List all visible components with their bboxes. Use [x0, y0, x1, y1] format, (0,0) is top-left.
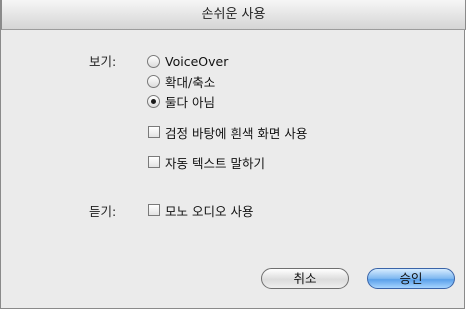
window-title: 손쉬운 사용: [201, 7, 266, 22]
checkbox-label: 자동 텍스트 말하기: [165, 155, 265, 171]
view-label: 보기:: [89, 54, 117, 69]
ok-button[interactable]: 승인: [367, 268, 455, 289]
radio-label: VoiceOver: [165, 53, 229, 69]
radio-label: 둘다 아님: [165, 94, 215, 110]
cancel-button[interactable]: 취소: [261, 268, 349, 289]
radio-button[interactable]: [147, 74, 160, 88]
radio-zoom[interactable]: 확대/축소: [147, 73, 216, 90]
radio-button[interactable]: [147, 54, 160, 68]
dialog-window: 손쉬운 사용 보기: VoiceOver 확대/축소 둘다 아님 검정 바탕에 …: [0, 0, 466, 309]
checkbox-label: 모노 오디오 사용: [165, 203, 254, 219]
radio-voiceover[interactable]: VoiceOver: [147, 53, 228, 69]
checkbox[interactable]: [148, 204, 160, 216]
title-bar: 손쉬운 사용: [1, 0, 466, 30]
checkbox[interactable]: [148, 126, 160, 138]
checkbox-mono-audio[interactable]: 모노 오디오 사용: [148, 202, 254, 219]
hearing-label: 듣기:: [89, 204, 117, 219]
checkbox-auto-speak[interactable]: 자동 텍스트 말하기: [148, 154, 265, 171]
checkbox[interactable]: [148, 156, 160, 168]
radio-neither[interactable]: 둘다 아님: [147, 93, 215, 110]
checkbox-invert-colors[interactable]: 검정 바탕에 흰색 화면 사용: [148, 124, 308, 141]
radio-label: 확대/축소: [165, 74, 216, 90]
checkbox-label: 검정 바탕에 흰색 화면 사용: [165, 125, 308, 141]
radio-button-selected[interactable]: [147, 94, 160, 108]
